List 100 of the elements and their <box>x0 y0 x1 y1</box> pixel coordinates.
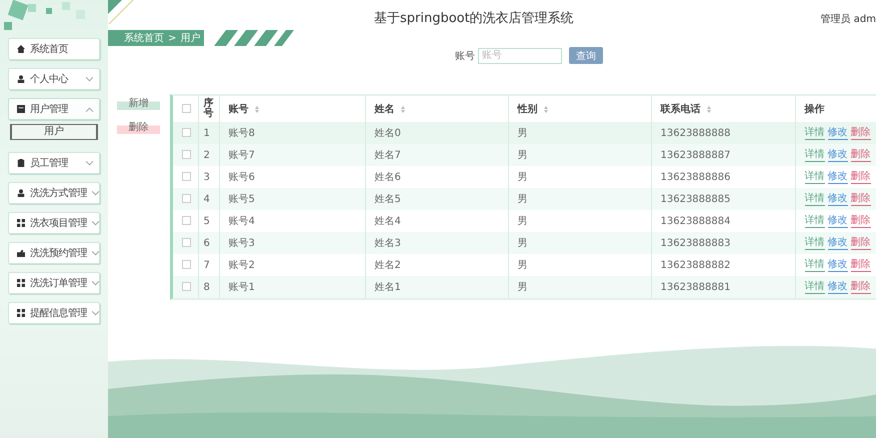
hand-icon <box>17 249 25 257</box>
edit-link[interactable]: 修改 <box>828 170 848 184</box>
add-button[interactable]: 新增 <box>117 96 160 110</box>
delete-link[interactable]: 删除 <box>850 236 870 250</box>
table-cell: 账号5 <box>228 194 255 205</box>
table-cell: 男 <box>518 194 528 205</box>
edit-link[interactable]: 修改 <box>828 236 848 250</box>
table-cell: 13623888881 <box>660 282 730 292</box>
delete-link[interactable]: 删除 <box>850 170 870 184</box>
checkbox[interactable] <box>182 128 191 138</box>
book-icon <box>17 105 25 113</box>
table-cell: 男 <box>518 260 528 271</box>
sort-icon[interactable] <box>706 106 711 113</box>
delete-link[interactable]: 删除 <box>850 214 870 228</box>
column-header: 账号 <box>228 102 248 116</box>
table-cell: 2 <box>204 150 210 160</box>
table-cell: 8 <box>204 282 210 292</box>
house-icon <box>17 45 25 53</box>
column-header: 联系电话 <box>660 102 700 116</box>
checkbox[interactable] <box>182 194 191 204</box>
table-cell: 姓名2 <box>374 260 401 271</box>
table-cell: 男 <box>518 172 528 183</box>
checkbox[interactable] <box>182 216 191 226</box>
menu-item[interactable]: 洗洗订单管理 <box>8 272 100 294</box>
menu-item[interactable]: 提醒信息管理 <box>8 302 100 324</box>
submenu-item[interactable]: 用户 <box>10 124 98 140</box>
edit-link[interactable]: 修改 <box>828 214 848 228</box>
checkbox[interactable] <box>182 104 191 114</box>
details-link[interactable]: 详情 <box>804 192 824 206</box>
menu-item[interactable]: 系统首页 <box>8 38 100 60</box>
table-cell: 账号1 <box>228 282 255 293</box>
table-cell: 13623888887 <box>660 150 730 160</box>
edit-link[interactable]: 修改 <box>828 258 848 272</box>
details-link[interactable]: 详情 <box>804 126 824 140</box>
table-cell: 13623888885 <box>660 194 730 204</box>
table-cell: 男 <box>518 150 528 161</box>
breadcrumb-item[interactable]: 用户 <box>180 31 200 45</box>
checkbox[interactable] <box>182 150 191 160</box>
table-cell: 账号6 <box>228 172 255 183</box>
details-link[interactable]: 详情 <box>804 214 824 228</box>
details-link[interactable]: 详情 <box>804 280 824 294</box>
table-cell: 7 <box>204 260 210 270</box>
table-cell: 账号8 <box>228 128 255 139</box>
delete-link[interactable]: 删除 <box>850 192 870 206</box>
details-link[interactable]: 详情 <box>804 170 824 184</box>
column-header: 操作 <box>804 102 824 116</box>
column-header: 序号 <box>204 99 214 119</box>
table-cell: 13623888883 <box>660 238 730 248</box>
column-header: 性别 <box>518 102 538 116</box>
user-icon <box>17 75 25 83</box>
table-cell: 姓名0 <box>374 128 401 139</box>
checkbox[interactable] <box>182 172 191 182</box>
table-cell: 姓名7 <box>374 150 401 161</box>
table-cell: 姓名4 <box>374 216 401 227</box>
app-title: 基于springboot的洗衣店管理系统 <box>374 10 574 27</box>
table-cell: 3 <box>204 172 210 182</box>
table-cell: 1 <box>204 128 210 138</box>
table-cell: 姓名5 <box>374 194 401 205</box>
details-link[interactable]: 详情 <box>804 148 824 162</box>
grid-icon <box>17 309 25 317</box>
delete-link[interactable]: 删除 <box>850 280 870 294</box>
table-cell: 13623888886 <box>660 172 730 182</box>
clipboard-icon <box>17 159 25 167</box>
table-cell: 账号7 <box>228 150 255 161</box>
details-link[interactable]: 详情 <box>804 236 824 250</box>
table-cell: 男 <box>518 282 528 293</box>
table-cell: 4 <box>204 194 210 204</box>
table-cell: 男 <box>518 216 528 227</box>
menu-item[interactable]: 个人中心 <box>8 68 100 90</box>
checkbox[interactable] <box>182 260 191 270</box>
breadcrumb-item[interactable]: 系统首页 <box>124 31 164 45</box>
account-field[interactable]: 账号 <box>478 48 562 64</box>
delete-button[interactable]: 删除 <box>117 120 160 134</box>
sort-icon[interactable] <box>544 106 548 113</box>
delete-link[interactable]: 删除 <box>850 148 870 162</box>
edit-link[interactable]: 修改 <box>828 192 848 206</box>
delete-link[interactable]: 删除 <box>850 126 870 140</box>
column-header: 姓名 <box>374 102 394 116</box>
delete-link[interactable]: 删除 <box>850 258 870 272</box>
sort-icon[interactable] <box>254 106 259 113</box>
account-label: 账号 <box>455 50 475 62</box>
user-label: 管理员 adm <box>820 13 876 26</box>
edit-link[interactable]: 修改 <box>828 280 848 294</box>
user-icon <box>17 189 25 197</box>
details-link[interactable]: 详情 <box>804 258 824 272</box>
search-button[interactable]: 查询 <box>569 47 603 64</box>
checkbox[interactable] <box>182 282 191 292</box>
edit-link[interactable]: 修改 <box>828 126 848 140</box>
table-cell: 姓名1 <box>374 282 401 293</box>
edit-link[interactable]: 修改 <box>828 148 848 162</box>
sort-icon[interactable] <box>400 106 405 113</box>
table-cell: 姓名6 <box>374 172 401 183</box>
menu-item[interactable]: 洗洗方式管理 <box>8 182 100 204</box>
menu-item[interactable]: 洗衣项目管理 <box>8 212 100 234</box>
checkbox[interactable] <box>182 238 191 248</box>
menu-item[interactable]: 员工管理 <box>8 152 100 174</box>
table-cell: 13623888884 <box>660 216 730 226</box>
table-cell: 男 <box>518 238 528 249</box>
menu-item[interactable]: 洗洗预约管理 <box>8 242 100 264</box>
table-cell: 账号2 <box>228 260 255 271</box>
